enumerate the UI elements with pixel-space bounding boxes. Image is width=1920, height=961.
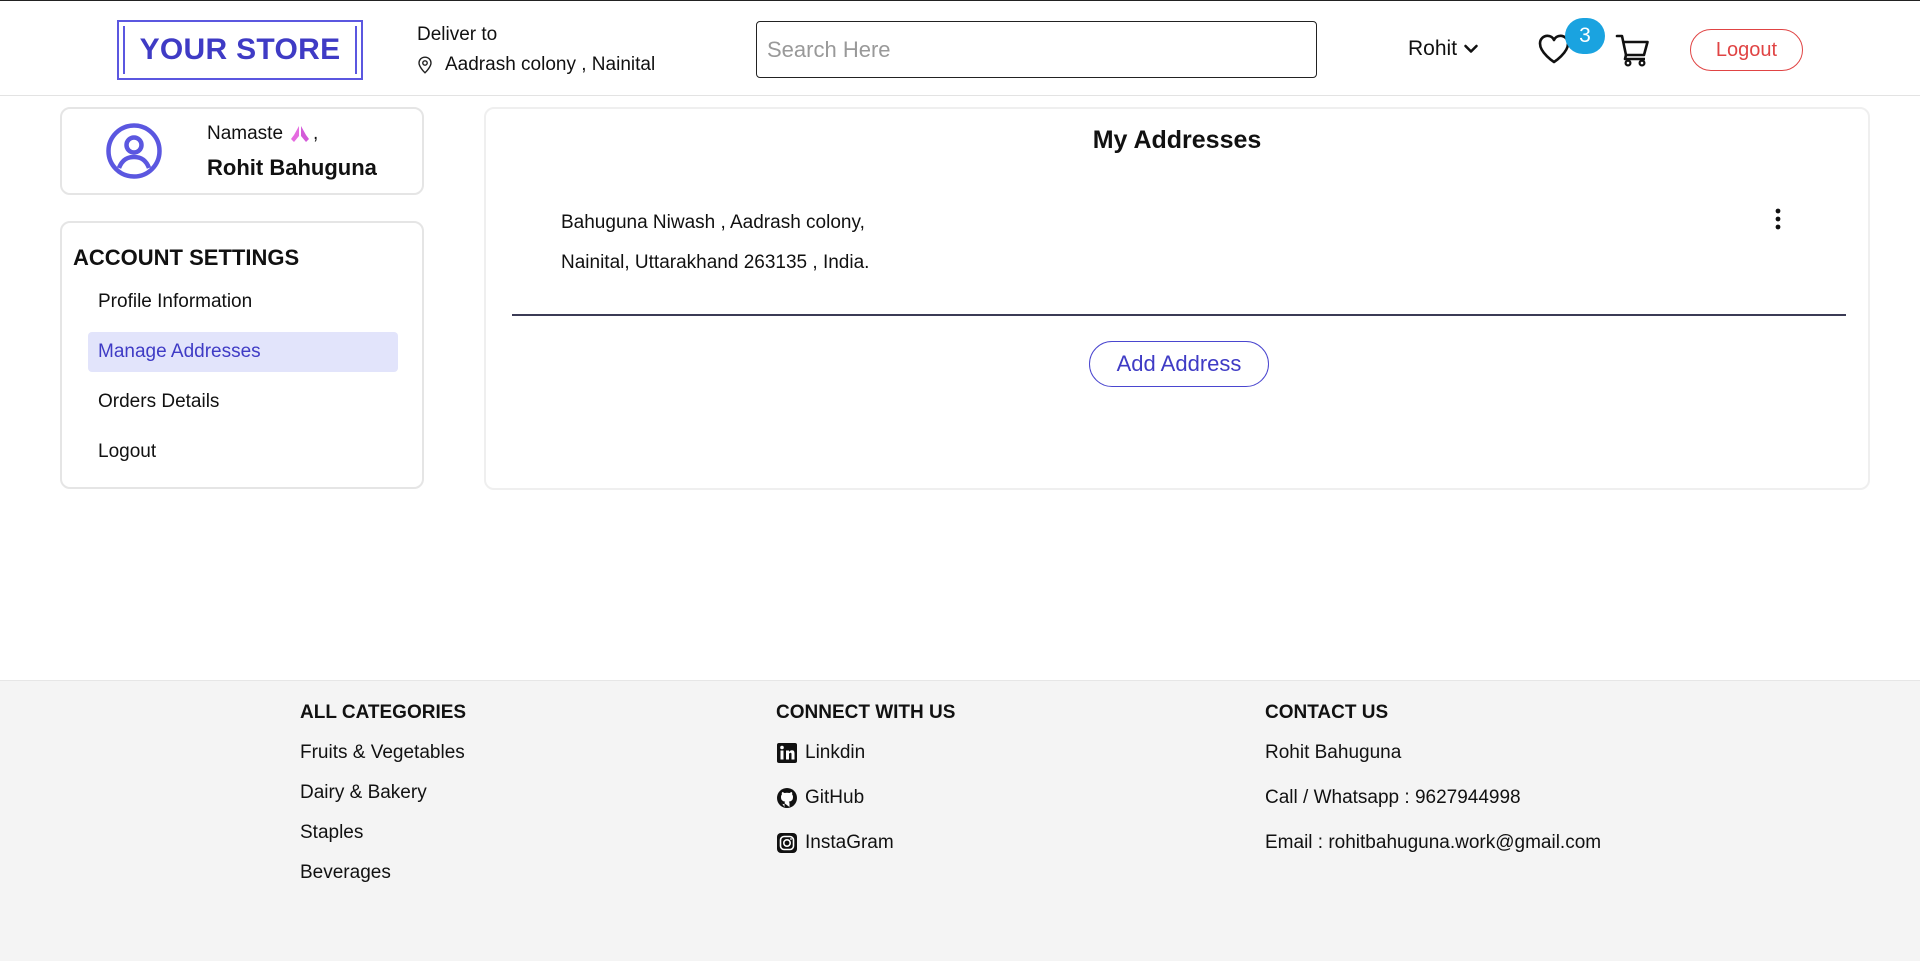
menu-item-orders-details[interactable]: Orders Details [88, 382, 398, 422]
user-menu-dropdown[interactable]: Rohit [1408, 37, 1479, 61]
deliver-label: Deliver to [417, 24, 498, 45]
deliver-to[interactable]: Deliver to Aadrash colony , Nainital [417, 23, 655, 77]
menu-item-profile-information[interactable]: Profile Information [88, 282, 398, 322]
connect-heading: CONNECT WITH US [776, 702, 956, 723]
social-link-instagram[interactable]: InstaGram [776, 831, 955, 855]
header-logout-button[interactable]: Logout [1690, 29, 1803, 71]
deliver-location-text: Aadrash colony , Nainital [445, 54, 656, 75]
instagram-icon [777, 833, 797, 853]
search-input[interactable] [756, 21, 1317, 78]
top-header: YOUR STORE Deliver to Aadrash colony , N… [0, 0, 1920, 96]
footer-categories: ALL CATEGORIES Fruits & Vegetables Dairy… [300, 701, 466, 901]
menu-item-manage-addresses[interactable]: Manage Addresses [88, 332, 398, 372]
contact-email: Email : rohitbahuguna.work@gmail.com [1265, 832, 1602, 853]
contact-name: Rohit Bahuguna [1265, 742, 1402, 763]
my-addresses-card: My Addresses Bahuguna Niwash , Aadrash c… [484, 107, 1870, 490]
social-label: GitHub [805, 787, 865, 808]
greeting-text: Namaste [207, 123, 284, 144]
categories-heading: ALL CATEGORIES [300, 702, 467, 723]
contact-phone: Call / Whatsapp : 9627944998 [1265, 787, 1521, 808]
account-settings-card: ACCOUNT SETTINGS Profile Information Man… [60, 221, 424, 489]
profile-card: Namaste , Rohit Bahuguna [60, 107, 424, 195]
category-link[interactable]: Beverages [300, 861, 466, 885]
cart-icon [1615, 34, 1649, 67]
profile-name: Rohit Bahuguna [207, 155, 377, 180]
location-pin-icon [418, 56, 432, 74]
social-label: InstaGram [805, 832, 894, 853]
contact-heading: CONTACT US [1265, 702, 1389, 723]
footer-connect: CONNECT WITH US Linkdin GitHub InstaGram [776, 701, 955, 876]
menu-item-logout[interactable]: Logout [88, 432, 398, 472]
address-divider [512, 314, 1846, 316]
wishlist-count-badge: 3 [1565, 18, 1605, 54]
category-link[interactable]: Staples [300, 821, 466, 845]
chevron-down-icon [1464, 44, 1478, 53]
linkedin-icon [777, 743, 797, 763]
more-options-icon[interactable] [1774, 207, 1782, 231]
footer-contact: CONTACT US Rohit Bahuguna Call / Whatsap… [1265, 701, 1601, 876]
user-name: Rohit [1408, 37, 1458, 60]
greeting-suffix: , [313, 123, 319, 144]
add-address-button[interactable]: Add Address [1089, 341, 1269, 387]
address-line-1: Bahuguna Niwash , Aadrash colony, [561, 212, 865, 233]
greeting: Namaste , [207, 123, 318, 145]
account-settings-title: ACCOUNT SETTINGS [73, 245, 300, 270]
social-link-linkedin[interactable]: Linkdin [776, 741, 955, 765]
cart-button[interactable] [1615, 33, 1651, 72]
user-avatar-icon [106, 123, 162, 179]
store-logo[interactable]: YOUR STORE [117, 20, 363, 80]
site-footer: ALL CATEGORIES Fruits & Vegetables Dairy… [0, 680, 1920, 961]
folded-hands-icon [291, 126, 310, 142]
store-logo-text: YOUR STORE [123, 26, 357, 74]
category-link[interactable]: Fruits & Vegetables [300, 741, 466, 765]
github-icon [777, 788, 797, 808]
social-link-github[interactable]: GitHub [776, 786, 955, 810]
social-label: Linkdin [805, 742, 866, 763]
category-link[interactable]: Dairy & Bakery [300, 781, 466, 805]
deliver-location: Aadrash colony , Nainital [417, 53, 655, 77]
page-title: My Addresses [1092, 126, 1262, 154]
address-line-2: Nainital, Uttarakhand 263135 , India. [561, 252, 870, 273]
